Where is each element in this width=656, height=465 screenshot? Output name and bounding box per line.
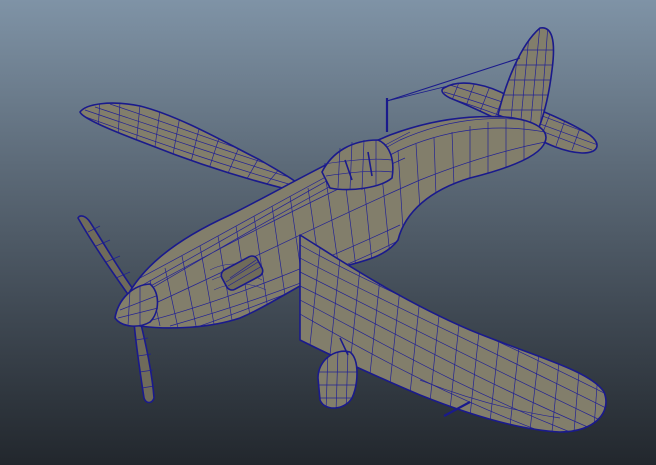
aircraft-model[interactable] [0,0,656,465]
cockpit-canopy[interactable] [321,139,394,191]
propeller-spinner[interactable] [114,283,159,327]
left-wing[interactable] [79,100,312,196]
3d-viewport[interactable] [0,0,656,465]
